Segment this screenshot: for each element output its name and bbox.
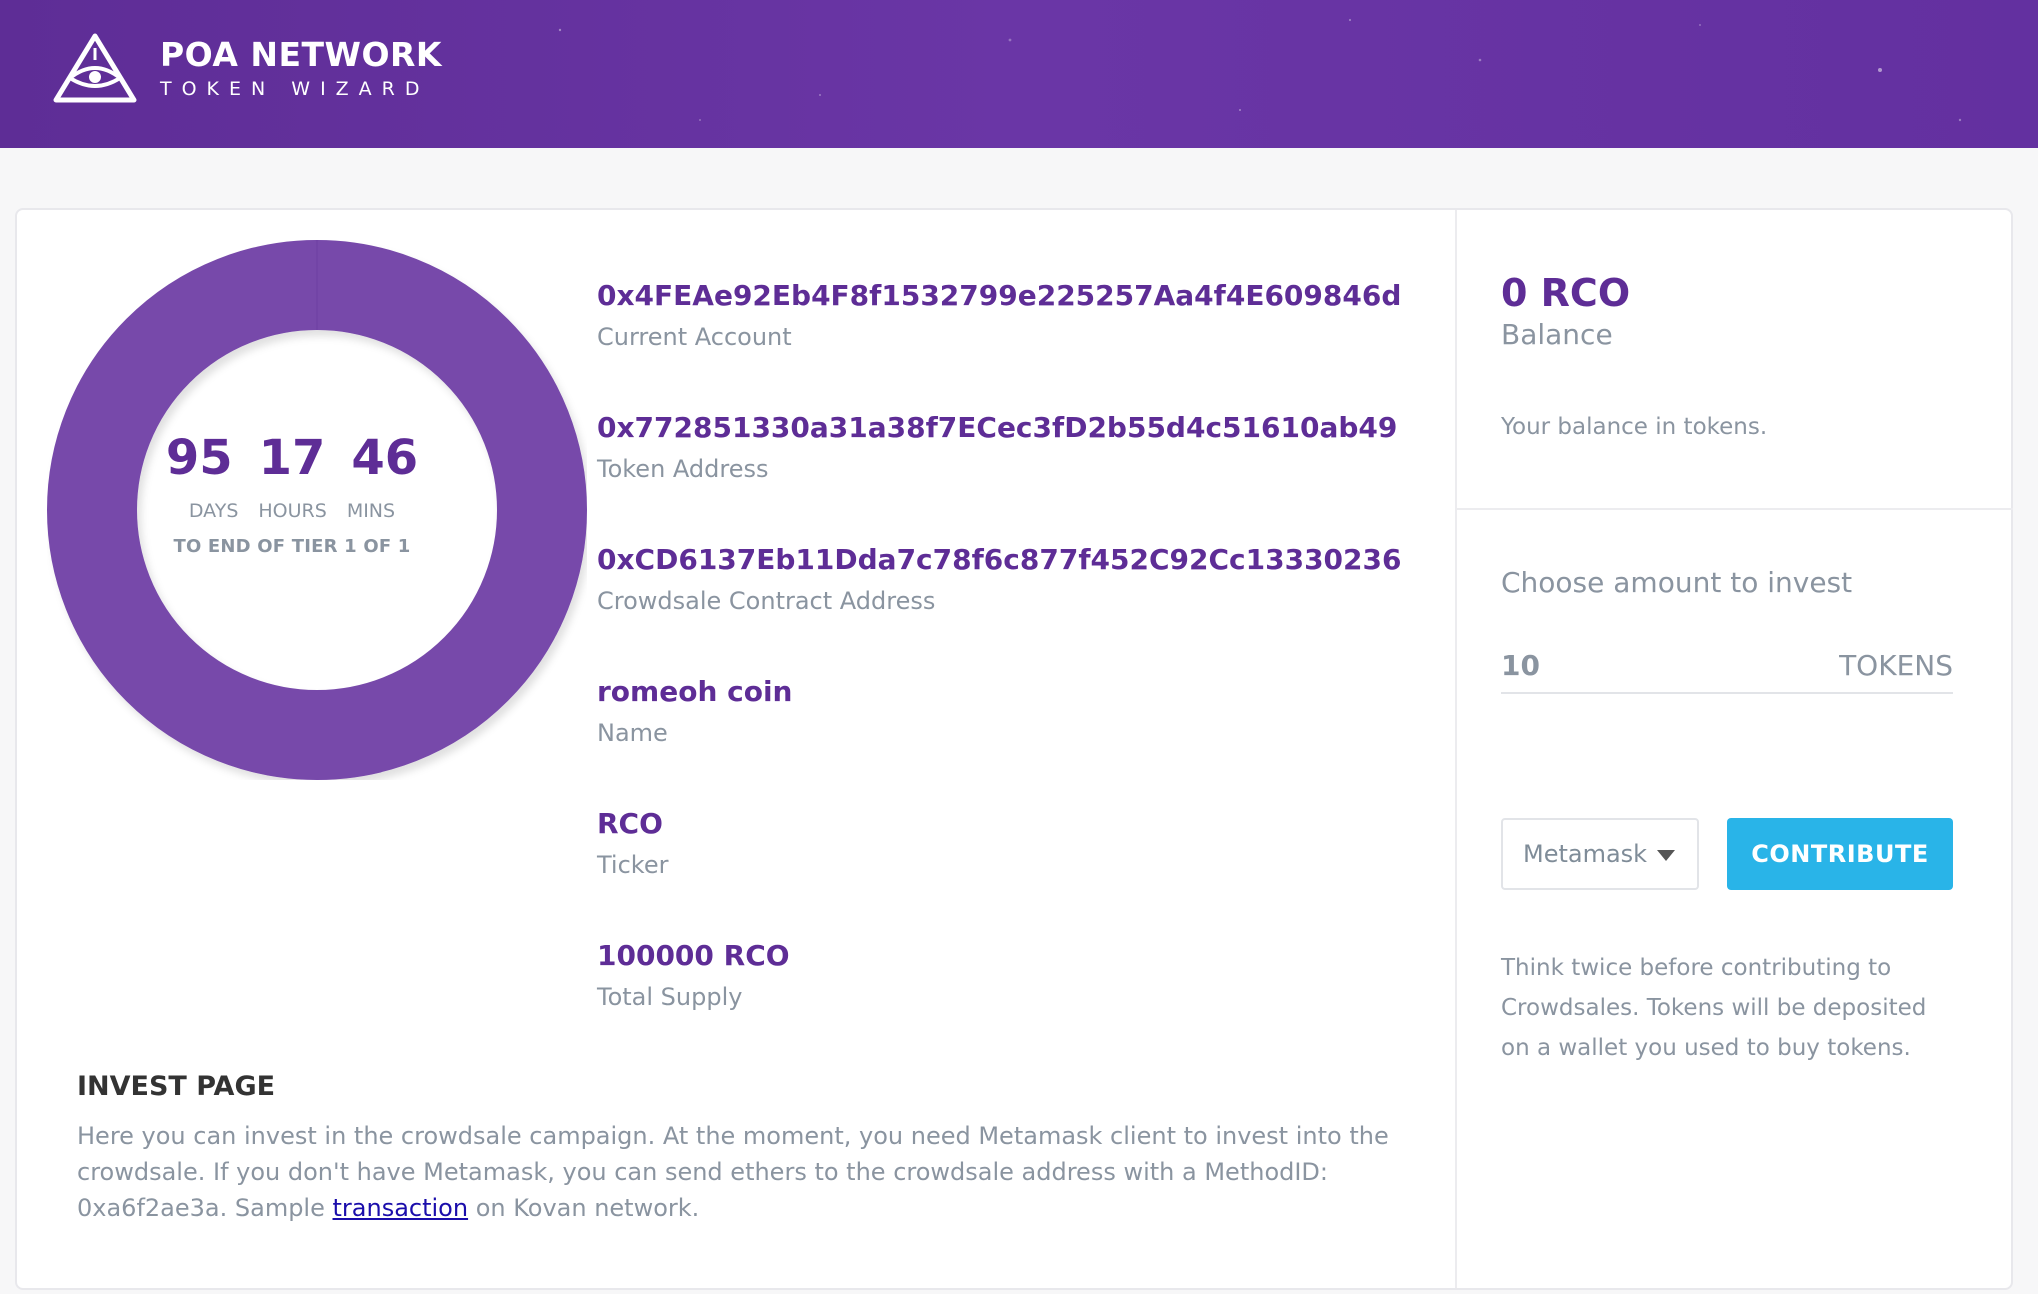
- countdown-timer: 95 17 46 DAYS HOURS MINS TO END OF TIER …: [165, 430, 419, 557]
- transaction-link[interactable]: transaction: [333, 1194, 469, 1222]
- ticker-value: RCO: [597, 807, 663, 840]
- brand-title: POA NETWORK: [160, 35, 442, 74]
- crowdsale-address-value[interactable]: 0xCD6137Eb11Dda7c78f6c877f452C92Cc133302…: [597, 542, 1437, 578]
- ticker-label: Ticker: [597, 851, 669, 879]
- token-name-label: Name: [597, 719, 668, 747]
- brand-subtitle: TOKEN WIZARD: [160, 78, 430, 100]
- timer-mins-label: MINS: [346, 500, 396, 522]
- info-item-total-supply: 100000 RCO Total Supply: [597, 938, 1437, 1070]
- caret-down-icon: [1657, 850, 1675, 861]
- wallet-selected-value: Metamask: [1523, 840, 1648, 868]
- contribute-warning: Think twice before contributing to Crowd…: [1501, 955, 1927, 1061]
- crowdsale-address-label: Crowdsale Contract Address: [597, 587, 936, 615]
- total-supply-label: Total Supply: [597, 983, 743, 1011]
- eye-triangle-icon[interactable]: [52, 32, 138, 104]
- contribute-button[interactable]: CONTRIBUTE: [1727, 818, 1953, 890]
- timer-days: 95: [165, 430, 233, 486]
- timer-hours-label: HOURS: [258, 500, 327, 522]
- info-item-token-address: 0x772851330a31a38f7ECec3fD2b55d4c51610ab…: [597, 410, 1437, 542]
- timer-days-label: DAYS: [188, 500, 239, 522]
- wallet-select[interactable]: Metamask: [1501, 818, 1699, 890]
- token-address-value[interactable]: 0x772851330a31a38f7ECec3fD2b55d4c51610ab…: [597, 410, 1437, 446]
- balance-description: Your balance in tokens.: [1501, 414, 1768, 440]
- timer-hours: 17: [258, 430, 326, 486]
- invest-desc-after: on Kovan network.: [468, 1194, 700, 1222]
- amount-input[interactable]: [1501, 648, 1761, 682]
- current-account-label: Current Account: [597, 323, 792, 351]
- amount-unit-label: TOKENS: [1839, 648, 1953, 682]
- invest-page-title: INVEST PAGE: [77, 1071, 276, 1102]
- token-address-label: Token Address: [597, 455, 769, 483]
- invest-desc-before: Here you can invest in the crowdsale cam…: [77, 1122, 1389, 1222]
- tier-end-label: TO END OF TIER 1 OF 1: [173, 536, 411, 557]
- balance-value: 0 RCO: [1501, 271, 1631, 315]
- token-name-value: romeoh coin: [597, 675, 793, 708]
- info-item-ticker: RCO Ticker: [597, 806, 1437, 938]
- header-bar: POA NETWORK TOKEN WIZARD: [0, 0, 2038, 148]
- crowdsale-card: 95 17 46 DAYS HOURS MINS TO END OF TIER …: [15, 208, 2013, 1290]
- crowdsale-info: 0x4FEAe92Eb4F8f1532799e225257Aa4f4E60984…: [597, 278, 1437, 1070]
- vertical-divider: [1455, 210, 1457, 1288]
- brand[interactable]: POA NETWORK TOKEN WIZARD: [160, 36, 442, 102]
- amount-field: TOKENS: [1501, 638, 1953, 694]
- invest-page-description: Here you can invest in the crowdsale cam…: [77, 1118, 1417, 1226]
- info-item-current-account: 0x4FEAe92Eb4F8f1532799e225257Aa4f4E60984…: [597, 278, 1437, 410]
- choose-amount-label: Choose amount to invest: [1501, 566, 1853, 599]
- current-account-value[interactable]: 0x4FEAe92Eb4F8f1532799e225257Aa4f4E60984…: [597, 278, 1437, 314]
- horizontal-divider: [1457, 508, 2013, 510]
- invest-page-section: INVEST PAGE Here you can invest in the c…: [77, 1070, 1417, 1226]
- timer-mins: 46: [351, 430, 419, 486]
- balance-label: Balance: [1501, 318, 1613, 351]
- total-supply-value: 100000 RCO: [597, 939, 790, 972]
- info-item-crowdsale-address: 0xCD6137Eb11Dda7c78f6c877f452C92Cc133302…: [597, 542, 1437, 674]
- info-item-name: romeoh coin Name: [597, 674, 1437, 806]
